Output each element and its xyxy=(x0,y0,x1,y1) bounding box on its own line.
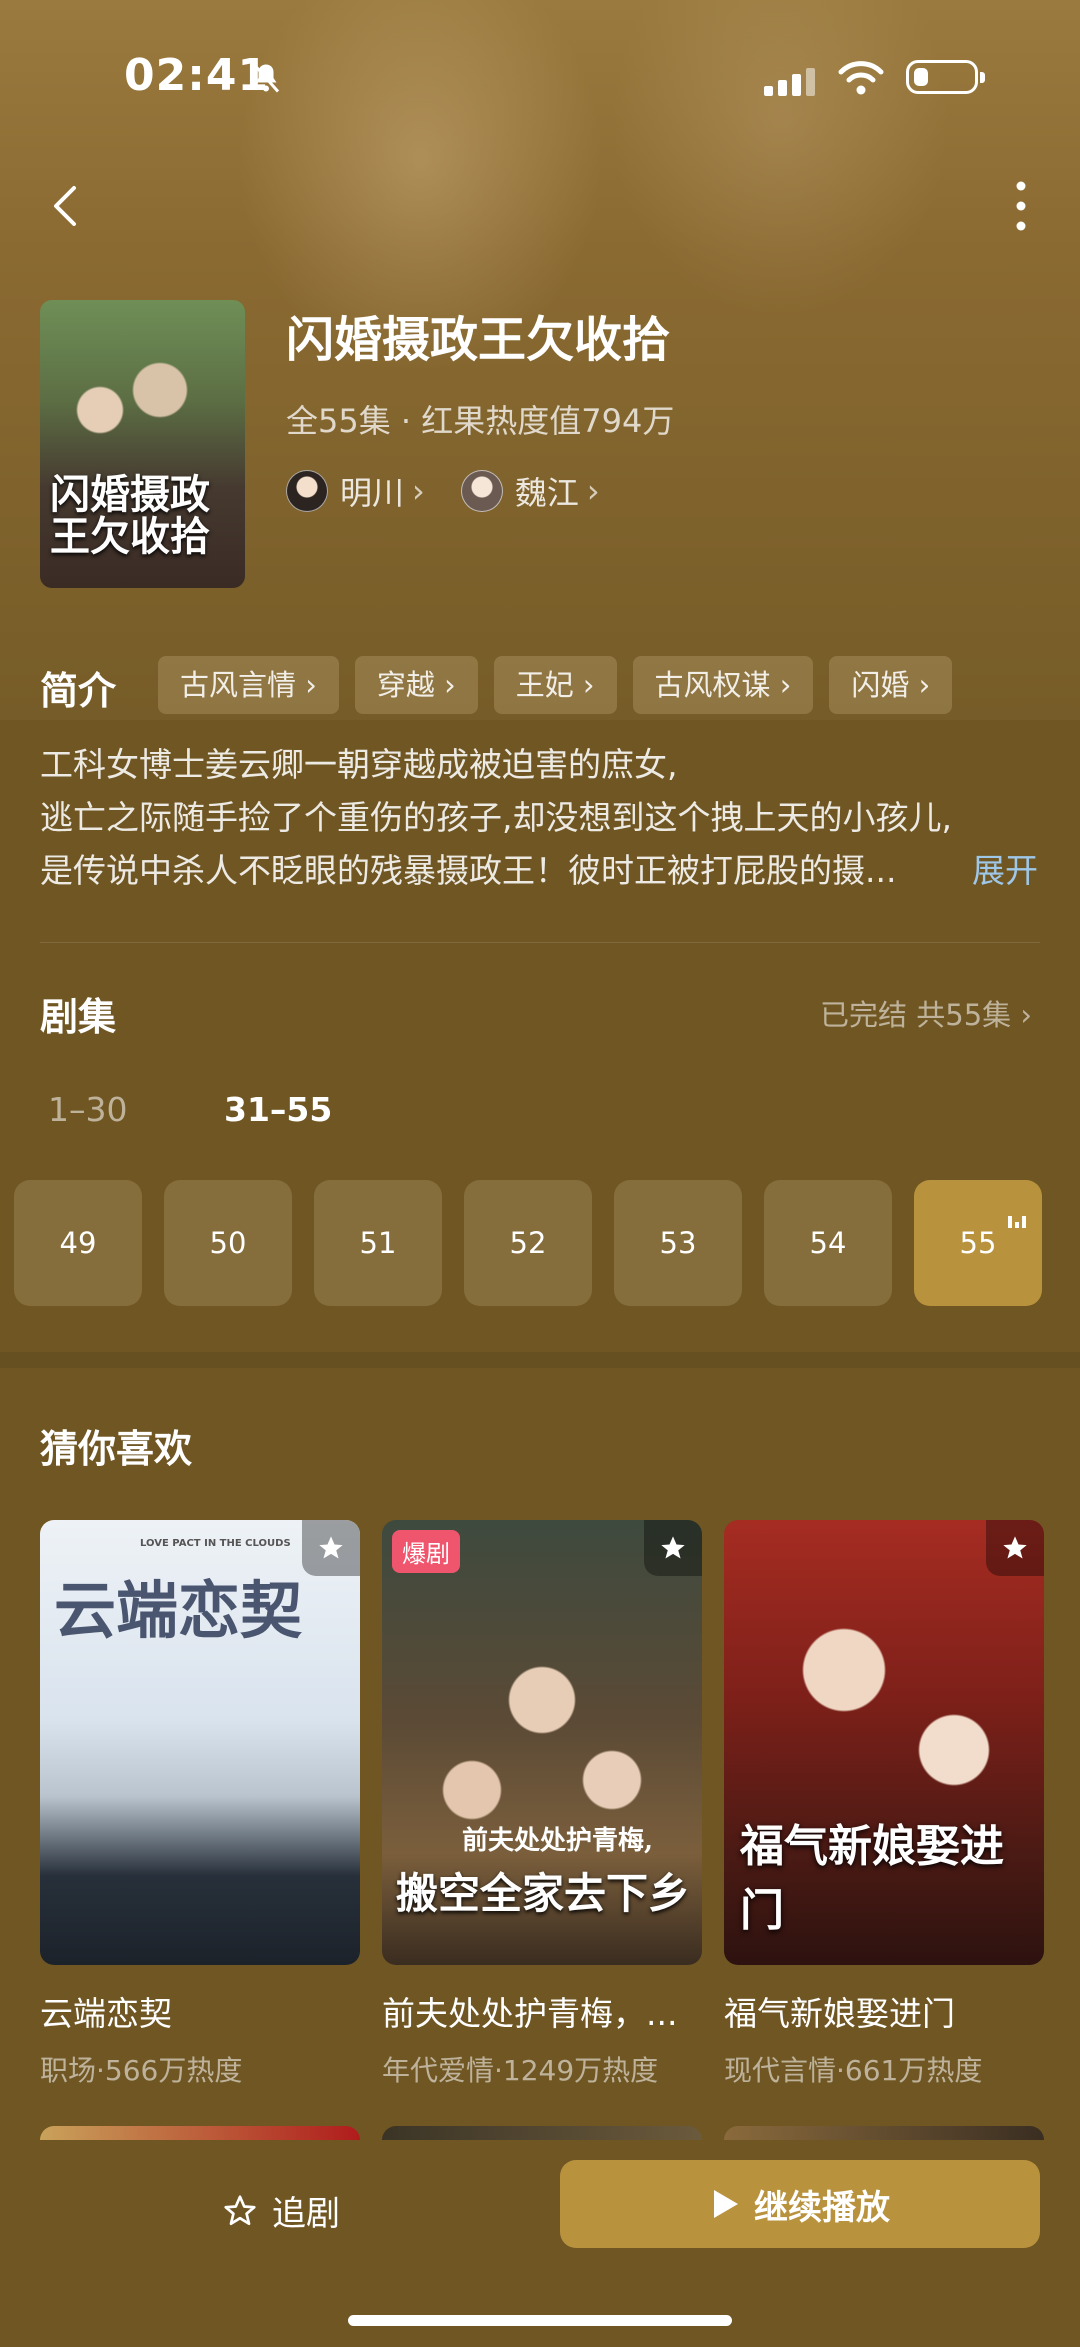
tag-label: 古风权谋 xyxy=(654,668,771,702)
cover-title-art: 闪婚摄政王欠收拾 xyxy=(50,471,210,560)
episode-button[interactable]: 49 xyxy=(14,1180,142,1306)
favorite-button[interactable] xyxy=(986,1520,1044,1576)
play-icon xyxy=(714,2190,738,2218)
poster-title-art: 搬空全家去下乡 xyxy=(396,1869,691,1918)
actor-name: 魏江 xyxy=(514,474,579,512)
episode-number: 49 xyxy=(59,1226,97,1260)
star-icon xyxy=(319,1536,343,1559)
recommend-card[interactable]: 福气新娘娶进门 福气新娘娶进门 现代言情·661万热度 xyxy=(724,1520,1044,2089)
avatar xyxy=(460,470,503,512)
recommend-list: LOVE PACT IN THE CLOUDS 云端恋契 云端恋契 职场·566… xyxy=(40,1520,1066,2089)
chevron-right-icon: › xyxy=(586,472,600,510)
card-title: 福气新娘娶进门 xyxy=(724,1994,955,2033)
genre-tag[interactable]: 闪婚 › xyxy=(829,656,953,714)
genre-tag[interactable]: 古风权谋 › xyxy=(632,656,814,714)
avatar xyxy=(286,470,328,512)
genre-tag[interactable]: 穿越 › xyxy=(354,656,478,714)
now-playing-icon xyxy=(1005,1194,1026,1228)
episodes-status-link[interactable]: 已完结 共55集 › xyxy=(820,992,1032,1034)
card-meta: 现代言情·661万热度 xyxy=(724,2054,983,2087)
episode-button[interactable]: 50 xyxy=(164,1180,292,1306)
tag-label: 闪婚 xyxy=(851,668,910,702)
episode-number: 52 xyxy=(509,1226,547,1260)
card-title: 前夫处处护青梅，... xyxy=(382,1994,678,2033)
episode-number: 53 xyxy=(659,1226,697,1260)
episode-list: 49 50 51 52 53 54 55 xyxy=(14,1180,1064,1306)
drama-cover: 闪婚摄政王欠收拾 xyxy=(40,300,245,588)
poster-sub-text: LOVE PACT IN THE CLOUDS xyxy=(140,1538,291,1549)
synopsis-line: 是传说中杀人不眨眼的残暴摄政王！彼时正被打屁股的摄... xyxy=(40,851,897,890)
actor-link[interactable]: 魏江 › xyxy=(460,468,600,514)
poster-sub-text: 前夫处处护青梅, xyxy=(462,1826,654,1856)
hot-badge: 爆剧 xyxy=(392,1530,460,1573)
more-options-icon[interactable] xyxy=(1004,176,1038,236)
genre-tags: 古风言情 › 穿越 › 王妃 › 古风权谋 › 闪婚 › xyxy=(158,656,968,714)
back-button[interactable] xyxy=(46,182,86,230)
follow-button[interactable]: 追剧 xyxy=(222,2186,340,2235)
home-indicator[interactable] xyxy=(348,2315,732,2326)
genre-tag[interactable]: 古风言情 › xyxy=(158,656,339,714)
episode-button[interactable]: 52 xyxy=(464,1180,592,1306)
chevron-right-icon: › xyxy=(412,472,425,510)
poster: LOVE PACT IN THE CLOUDS 云端恋契 xyxy=(40,1520,360,1965)
episode-button[interactable]: 53 xyxy=(614,1180,742,1306)
tab-range-31-55[interactable]: 31–55 xyxy=(224,1090,332,1129)
drama-title: 闪婚摄政王欠收拾 xyxy=(286,312,671,368)
continue-play-button[interactable]: 继续播放 xyxy=(560,2160,1040,2248)
synopsis-line: 工科女博士姜云卿一朝穿越成被迫害的庶女, xyxy=(40,745,678,784)
card-meta: 年代爱情·1249万热度 xyxy=(382,2054,659,2087)
star-icon xyxy=(1003,1536,1027,1559)
poster: 爆剧 前夫处处护青梅, 搬空全家去下乡 xyxy=(382,1520,702,1965)
synopsis: 工科女博士姜云卿一朝穿越成被迫害的庶女, 逃亡之际随手捡了个重伤的孩子,却没想到… xyxy=(40,738,1040,897)
drama-meta: 全55集 · 红果热度值794万 xyxy=(286,402,675,440)
card-title: 云端恋契 xyxy=(40,1994,172,2033)
episode-button[interactable]: 51 xyxy=(314,1180,442,1306)
favorite-button[interactable] xyxy=(302,1520,360,1576)
episode-button-active[interactable]: 55 xyxy=(914,1180,1042,1306)
episodes-title: 剧集 xyxy=(40,995,117,1039)
divider xyxy=(40,942,1040,943)
expand-link[interactable]: 展开 xyxy=(972,844,1038,892)
star-icon xyxy=(661,1536,685,1559)
episode-number: 55 xyxy=(959,1226,997,1260)
recommend-card[interactable]: 爆剧 前夫处处护青梅, 搬空全家去下乡 前夫处处护青梅，... 年代爱情·124… xyxy=(382,1520,702,2089)
genre-tag[interactable]: 王妃 › xyxy=(493,656,617,714)
recommend-title: 猜你喜欢 xyxy=(40,1427,193,1471)
tag-label: 王妃 xyxy=(515,668,574,702)
star-outline-icon xyxy=(224,2194,256,2225)
battery-icon xyxy=(906,60,985,94)
follow-label: 追剧 xyxy=(272,2194,340,2234)
tag-label: 古风言情 xyxy=(180,668,297,702)
actor-name: 明川 xyxy=(340,474,405,512)
episodes-status: 已完结 共55集 xyxy=(820,998,1012,1032)
favorite-button[interactable] xyxy=(644,1520,702,1576)
section-separator xyxy=(0,1352,1080,1368)
recommend-card[interactable]: LOVE PACT IN THE CLOUDS 云端恋契 云端恋契 职场·566… xyxy=(40,1520,360,2089)
bell-muted-icon xyxy=(252,63,280,93)
intro-label: 简介 xyxy=(40,669,117,713)
tag-label: 穿越 xyxy=(376,668,435,702)
card-meta: 职场·566万热度 xyxy=(40,2054,243,2087)
cellular-signal-icon xyxy=(764,68,820,96)
poster-title-art: 福气新娘娶进门 xyxy=(740,1821,1004,1936)
episode-number: 51 xyxy=(359,1226,397,1260)
synopsis-line: 逃亡之际随手捡了个重伤的孩子,却没想到这个拽上天的小孩儿, xyxy=(40,798,952,837)
play-label: 继续播放 xyxy=(754,2187,890,2228)
actor-link[interactable]: 明川 › xyxy=(286,468,425,514)
tab-range-1-30[interactable]: 1–30 xyxy=(48,1090,128,1129)
actor-list: 明川 › 魏江 › xyxy=(286,468,636,514)
episode-number: 50 xyxy=(209,1226,247,1260)
poster: 福气新娘娶进门 xyxy=(724,1520,1044,1965)
status-bar: 02:41 xyxy=(0,48,1080,108)
poster-title-art: 云端恋契 xyxy=(54,1574,303,1647)
episode-button[interactable]: 54 xyxy=(764,1180,892,1306)
episode-number: 54 xyxy=(809,1226,847,1260)
wifi-icon xyxy=(838,61,884,95)
